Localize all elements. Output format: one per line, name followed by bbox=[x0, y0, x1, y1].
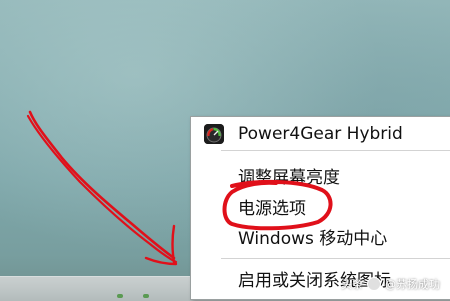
menu-item-adjust-brightness[interactable]: 调整屏幕亮度 bbox=[191, 164, 450, 192]
menu-item-label: 电源选项 bbox=[238, 198, 306, 219]
watermark-author: @苏扬成功 bbox=[385, 278, 440, 291]
menu-item-label: Power4Gear Hybrid bbox=[238, 123, 403, 144]
tray-context-menu: Power4Gear Hybrid 调整屏幕亮度 电源选项 Windows 移动… bbox=[190, 116, 450, 300]
menu-separator bbox=[221, 150, 450, 151]
watermark: 头条 @苏扬成功 bbox=[341, 276, 440, 292]
watermark-prefix: 头条 bbox=[341, 278, 363, 291]
avatar bbox=[367, 277, 381, 291]
menu-item-mobility-center[interactable]: Windows 移动中心 bbox=[191, 225, 450, 253]
tray-indicator bbox=[143, 294, 149, 298]
power4gear-icon bbox=[204, 124, 224, 144]
menu-item-label: 调整屏幕亮度 bbox=[238, 167, 340, 188]
menu-item-power-options[interactable]: 电源选项 bbox=[191, 195, 450, 223]
menu-item-power4gear[interactable]: Power4Gear Hybrid bbox=[191, 120, 450, 148]
menu-item-label: Windows 移动中心 bbox=[238, 228, 388, 249]
tray-indicator bbox=[117, 294, 123, 298]
menu-separator bbox=[221, 258, 450, 259]
